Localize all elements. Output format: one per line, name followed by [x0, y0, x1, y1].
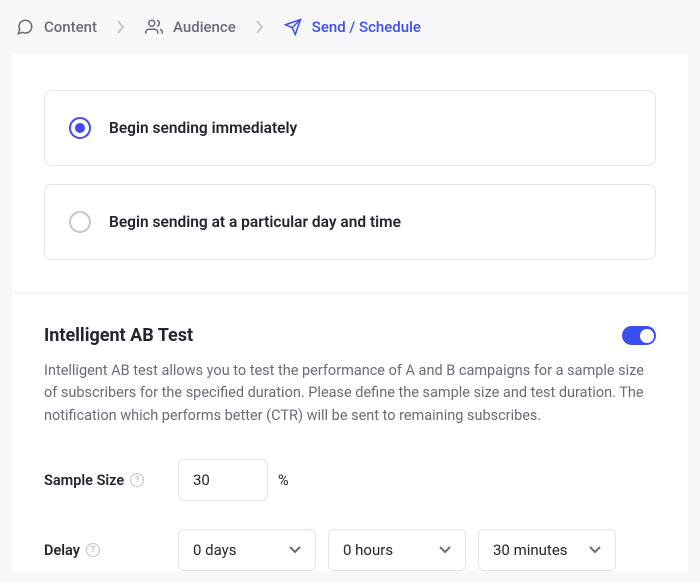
radio-send-immediate[interactable]: Begin sending immediately	[44, 90, 656, 166]
audience-icon	[145, 18, 163, 36]
breadcrumb-content[interactable]: Content	[16, 18, 97, 36]
delay-selects: 0 days 0 hours 30 minutes	[178, 529, 616, 571]
chevron-down-icon	[439, 546, 451, 554]
send-timing-panel: Begin sending immediately Begin sending …	[12, 54, 688, 293]
radio-immediate-label: Begin sending immediately	[109, 119, 297, 137]
delay-row: Delay ? 0 days 0 hours 30 minutes	[44, 529, 656, 571]
sample-size-unit: %	[278, 472, 289, 489]
radio-send-scheduled[interactable]: Begin sending at a particular day and ti…	[44, 184, 656, 260]
chevron-right-icon	[117, 20, 125, 34]
sample-size-label: Sample Size ?	[44, 472, 178, 489]
ab-test-description: Intelligent AB test allows you to test t…	[44, 360, 656, 427]
ab-test-toggle[interactable]	[622, 326, 656, 345]
breadcrumb-content-label: Content	[44, 18, 97, 36]
delay-hours-select[interactable]: 0 hours	[328, 529, 466, 571]
breadcrumb-send-schedule-label: Send / Schedule	[312, 18, 421, 36]
delay-minutes-select[interactable]: 30 minutes	[478, 529, 616, 571]
ab-test-panel: Intelligent AB Test Intelligent AB test …	[12, 293, 688, 571]
breadcrumb-audience-label: Audience	[173, 18, 236, 36]
delay-days-select[interactable]: 0 days	[178, 529, 316, 571]
breadcrumb-audience[interactable]: Audience	[145, 18, 236, 36]
breadcrumb-send-schedule[interactable]: Send / Schedule	[284, 18, 421, 36]
help-icon[interactable]: ?	[130, 473, 144, 487]
send-icon	[284, 18, 302, 36]
sample-size-input[interactable]	[178, 459, 268, 501]
chevron-down-icon	[589, 546, 601, 554]
help-icon[interactable]: ?	[86, 543, 100, 557]
sample-size-row: Sample Size ? %	[44, 459, 656, 501]
chevron-down-icon	[289, 546, 301, 554]
chevron-right-icon	[256, 20, 264, 34]
delay-label: Delay ?	[44, 542, 178, 559]
radio-button-icon	[69, 117, 91, 139]
toggle-knob-icon	[640, 329, 654, 343]
breadcrumb: Content Audience Send / Schedule	[0, 0, 700, 54]
radio-button-icon	[69, 211, 91, 233]
ab-test-header: Intelligent AB Test	[44, 325, 656, 346]
ab-test-title: Intelligent AB Test	[44, 325, 193, 346]
radio-scheduled-label: Begin sending at a particular day and ti…	[109, 213, 401, 231]
content-icon	[16, 18, 34, 36]
